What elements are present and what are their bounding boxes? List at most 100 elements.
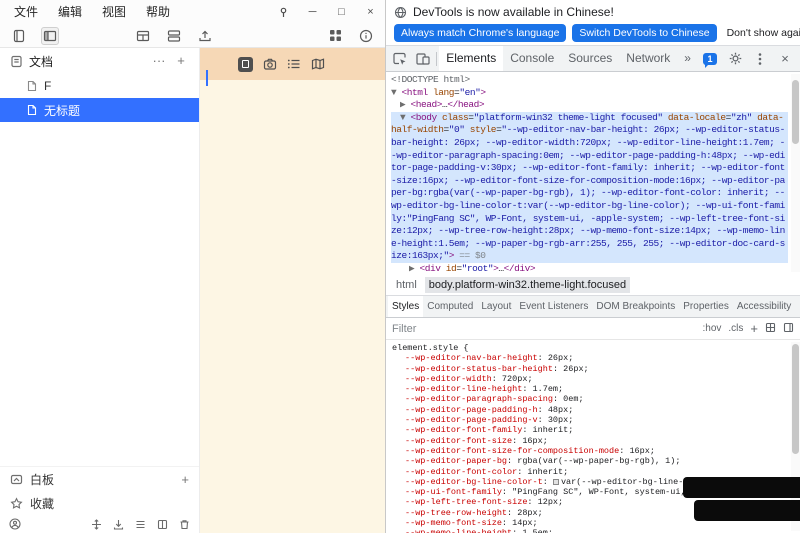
- devtools-tab[interactable]: Network: [619, 46, 677, 71]
- elements-scrollbar[interactable]: [791, 74, 800, 272]
- menu-item[interactable]: 视图: [92, 0, 136, 24]
- css-property-name[interactable]: --wp-tree-row-height: [405, 508, 507, 518]
- css-property-value[interactable]: 16px: [629, 446, 649, 456]
- pin-button[interactable]: [269, 0, 298, 24]
- computed-panel-icon[interactable]: [765, 320, 776, 338]
- css-property-value[interactable]: 30px: [548, 415, 568, 425]
- dom-node[interactable]: <!DOCTYPE html>: [391, 74, 788, 87]
- outline-list-icon[interactable]: [287, 57, 301, 71]
- css-property-name[interactable]: --wp-editor-font-size: [405, 436, 512, 446]
- menu-icon[interactable]: [135, 519, 146, 530]
- sidebar-tab[interactable]: DOM Breakpoints: [592, 296, 679, 317]
- css-property-row[interactable]: --wp-editor-width: 720px;: [392, 374, 788, 384]
- css-property-name[interactable]: --wp-editor-width: [405, 374, 492, 384]
- dont-show-again-button[interactable]: Don't show again: [723, 24, 800, 42]
- journal-icon[interactable]: [10, 27, 28, 45]
- sidebar-toggle-icon[interactable]: [41, 27, 59, 45]
- menu-item[interactable]: 编辑: [48, 0, 92, 24]
- minimize-button[interactable]: ─: [298, 0, 327, 24]
- style-rule-selector[interactable]: element.style {: [392, 343, 788, 353]
- css-property-name[interactable]: --wp-memo-font-size: [405, 518, 502, 528]
- maximize-button[interactable]: □: [327, 0, 356, 24]
- css-property-name[interactable]: --wp-editor-bg-line-color-t: [405, 477, 543, 487]
- settings-gear-icon[interactable]: [723, 46, 747, 71]
- devtools-tab[interactable]: »: [677, 46, 698, 71]
- sidebar-tab[interactable]: Layout: [477, 296, 515, 317]
- css-property-name[interactable]: --wp-editor-font-size-for-composition-mo…: [405, 446, 619, 456]
- note-editor[interactable]: [200, 48, 385, 533]
- switch-to-chinese-button[interactable]: Switch DevTools to Chinese: [572, 24, 716, 42]
- add-whiteboard-button[interactable]: +: [181, 472, 189, 487]
- css-property-name[interactable]: --wp-editor-font-family: [405, 425, 522, 435]
- map-icon[interactable]: [311, 57, 325, 71]
- css-property-row[interactable]: --wp-editor-font-family: inherit;: [392, 425, 788, 435]
- css-property-name[interactable]: --wp-editor-paragraph-spacing: [405, 394, 553, 404]
- css-property-name[interactable]: --wp-left-tree-font-size: [405, 497, 527, 507]
- css-property-value[interactable]: 26px: [548, 353, 568, 363]
- document-list-item[interactable]: F: [0, 74, 199, 98]
- css-property-row[interactable]: --wp-editor-paragraph-spacing: 0em;: [392, 394, 788, 404]
- css-property-value[interactable]: 16px: [522, 436, 542, 446]
- css-property-name[interactable]: --wp-editor-line-height: [405, 384, 522, 394]
- css-property-row[interactable]: --wp-memo-line-height: 1.5em;: [392, 528, 788, 533]
- account-icon[interactable]: [9, 518, 21, 530]
- export-icon[interactable]: [196, 27, 214, 45]
- cover-icon[interactable]: [238, 57, 253, 72]
- css-property-name[interactable]: --wp-editor-nav-bar-height: [405, 353, 538, 363]
- move-icon[interactable]: [91, 519, 102, 530]
- css-property-value[interactable]: 1.5em: [522, 528, 548, 533]
- dom-node[interactable]: ▼ <body class="platform-win32 theme-ligh…: [391, 112, 788, 263]
- css-property-value[interactable]: 28px: [517, 508, 537, 518]
- kebab-menu-icon[interactable]: [748, 46, 772, 71]
- css-property-row[interactable]: --wp-editor-font-color: inherit;: [392, 467, 788, 477]
- dom-node[interactable]: ▶ <div id="root">…</div>: [391, 263, 788, 274]
- css-property-value[interactable]: 14px: [512, 518, 532, 528]
- new-style-rule-button[interactable]: +: [750, 323, 758, 335]
- color-swatch[interactable]: [553, 479, 559, 485]
- devtools-tab[interactable]: Elements: [439, 46, 503, 71]
- css-property-value[interactable]: 26px: [563, 364, 583, 374]
- scrollbar-thumb[interactable]: [792, 80, 799, 144]
- css-property-name[interactable]: --wp-ui-font-family: [405, 487, 502, 497]
- camera-icon[interactable]: [263, 57, 277, 71]
- css-property-value[interactable]: rgba(var(--wp-paper-bg-rgb), 1): [517, 456, 675, 466]
- inspect-element-icon[interactable]: [389, 46, 412, 71]
- state-toggle-button[interactable]: :hov: [703, 323, 722, 334]
- apps-grid-icon[interactable]: [326, 27, 344, 45]
- css-property-value[interactable]: 720px: [502, 374, 528, 384]
- css-property-row[interactable]: --wp-editor-font-size-for-composition-mo…: [392, 446, 788, 456]
- sidebar-tab[interactable]: Styles: [388, 296, 423, 317]
- favorites-section[interactable]: 收藏: [0, 491, 199, 515]
- css-property-name[interactable]: --wp-editor-page-padding-h: [405, 405, 538, 415]
- document-list-item[interactable]: 无标题: [0, 98, 199, 122]
- css-property-name[interactable]: --wp-editor-page-padding-v: [405, 415, 538, 425]
- dock-panel-icon[interactable]: [783, 320, 794, 338]
- css-property-value[interactable]: inherit: [533, 425, 569, 435]
- dom-node[interactable]: ▼ <html lang="en">: [391, 87, 788, 100]
- console-messages-badge[interactable]: 1: [698, 46, 722, 71]
- device-toolbar-icon[interactable]: [412, 46, 435, 71]
- css-property-row[interactable]: --wp-editor-line-height: 1.7em;: [392, 384, 788, 394]
- css-property-name[interactable]: --wp-editor-font-color: [405, 467, 517, 477]
- info-icon[interactable]: [357, 27, 375, 45]
- styles-filter-input[interactable]: [392, 323, 696, 335]
- css-property-value[interactable]: 48px: [548, 405, 568, 415]
- scrollbar-thumb[interactable]: [792, 344, 799, 454]
- css-property-name[interactable]: --wp-memo-line-height: [405, 528, 512, 533]
- whiteboard-section[interactable]: 白板 +: [0, 467, 199, 491]
- menu-item[interactable]: 文件: [4, 0, 48, 24]
- sidebar-tab[interactable]: Event Listeners: [515, 296, 592, 317]
- breadcrumb-item[interactable]: html: [392, 277, 421, 293]
- state-toggle-button[interactable]: .cls: [728, 323, 743, 334]
- devtools-tab[interactable]: Sources: [561, 46, 619, 71]
- match-language-button[interactable]: Always match Chrome's language: [394, 24, 566, 42]
- table-view-icon[interactable]: [134, 27, 152, 45]
- trash-icon[interactable]: [179, 519, 190, 530]
- sidebar-tab[interactable]: Accessibility: [733, 296, 795, 317]
- css-property-row[interactable]: --wp-editor-page-padding-h: 48px;: [392, 405, 788, 415]
- css-property-name[interactable]: --wp-editor-paper-bg: [405, 456, 507, 466]
- add-document-button[interactable]: +: [173, 53, 189, 69]
- css-property-row[interactable]: --wp-editor-font-size: 16px;: [392, 436, 788, 446]
- menu-item[interactable]: 帮助: [136, 0, 180, 24]
- devtools-tab[interactable]: Console: [503, 46, 561, 71]
